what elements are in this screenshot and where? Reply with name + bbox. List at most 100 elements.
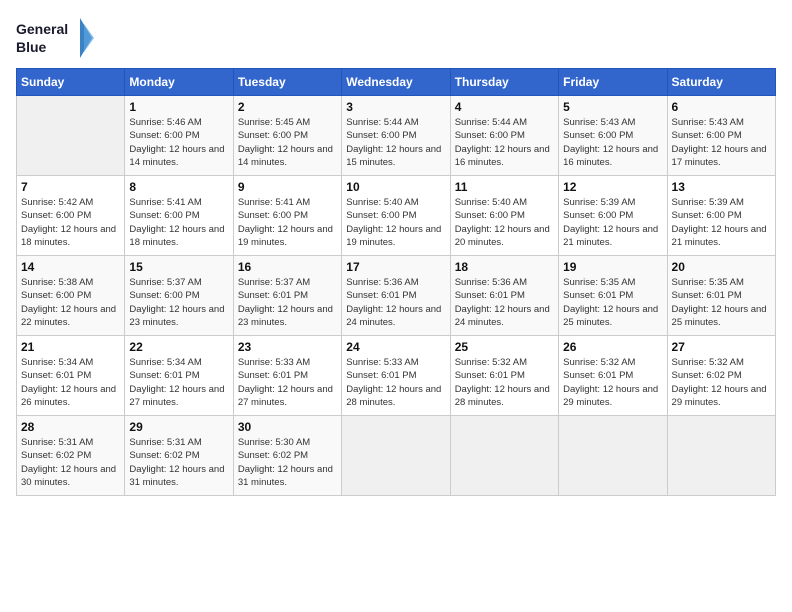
day-number: 14 [21,260,120,274]
calendar-week-row: 21 Sunrise: 5:34 AMSunset: 6:01 PMDayligh… [17,336,776,416]
weekday-header: Sunday [17,69,125,96]
calendar-cell: 29 Sunrise: 5:31 AMSunset: 6:02 PMDayligh… [125,416,233,496]
page-header: General Blue [16,16,776,60]
day-number: 8 [129,180,228,194]
calendar-cell: 12 Sunrise: 5:39 AMSunset: 6:00 PMDayligh… [559,176,667,256]
calendar-cell: 26 Sunrise: 5:32 AMSunset: 6:01 PMDayligh… [559,336,667,416]
calendar-header: SundayMondayTuesdayWednesdayThursdayFrid… [17,69,776,96]
calendar-cell: 9 Sunrise: 5:41 AMSunset: 6:00 PMDaylight… [233,176,341,256]
day-info: Sunrise: 5:34 AMSunset: 6:01 PMDaylight:… [21,356,120,409]
calendar-week-row: 1 Sunrise: 5:46 AMSunset: 6:00 PMDaylight… [17,96,776,176]
calendar-cell [450,416,558,496]
day-info: Sunrise: 5:43 AMSunset: 6:00 PMDaylight:… [672,116,771,169]
day-number: 25 [455,340,554,354]
day-info: Sunrise: 5:31 AMSunset: 6:02 PMDaylight:… [21,436,120,489]
day-number: 1 [129,100,228,114]
day-number: 23 [238,340,337,354]
day-number: 3 [346,100,445,114]
day-info: Sunrise: 5:34 AMSunset: 6:01 PMDaylight:… [129,356,228,409]
calendar-cell: 7 Sunrise: 5:42 AMSunset: 6:00 PMDaylight… [17,176,125,256]
day-info: Sunrise: 5:32 AMSunset: 6:01 PMDaylight:… [563,356,662,409]
logo: General Blue [16,16,96,60]
calendar-cell: 2 Sunrise: 5:45 AMSunset: 6:00 PMDaylight… [233,96,341,176]
day-number: 22 [129,340,228,354]
day-number: 17 [346,260,445,274]
calendar-cell: 1 Sunrise: 5:46 AMSunset: 6:00 PMDaylight… [125,96,233,176]
calendar-table: SundayMondayTuesdayWednesdayThursdayFrid… [16,68,776,496]
calendar-cell: 18 Sunrise: 5:36 AMSunset: 6:01 PMDayligh… [450,256,558,336]
calendar-cell [342,416,450,496]
day-number: 24 [346,340,445,354]
day-info: Sunrise: 5:37 AMSunset: 6:00 PMDaylight:… [129,276,228,329]
calendar-cell: 24 Sunrise: 5:33 AMSunset: 6:01 PMDayligh… [342,336,450,416]
calendar-cell: 13Sunrise: 5:39 AMSunset: 6:00 PMDayligh… [667,176,775,256]
day-info: Sunrise: 5:33 AMSunset: 6:01 PMDaylight:… [346,356,445,409]
day-info: Sunrise: 5:31 AMSunset: 6:02 PMDaylight:… [129,436,228,489]
day-info: Sunrise: 5:33 AMSunset: 6:01 PMDaylight:… [238,356,337,409]
day-info: Sunrise: 5:41 AMSunset: 6:00 PMDaylight:… [238,196,337,249]
day-number: 19 [563,260,662,274]
calendar-cell: 30 Sunrise: 5:30 AMSunset: 6:02 PMDayligh… [233,416,341,496]
day-info: Sunrise: 5:43 AMSunset: 6:00 PMDaylight:… [563,116,662,169]
day-number: 27 [672,340,771,354]
day-number: 12 [563,180,662,194]
day-info: Sunrise: 5:42 AMSunset: 6:00 PMDaylight:… [21,196,120,249]
day-info: Sunrise: 5:39 AMSunset: 6:00 PMDaylight:… [563,196,662,249]
day-number: 30 [238,420,337,434]
weekday-header: Wednesday [342,69,450,96]
weekday-header: Saturday [667,69,775,96]
day-info: Sunrise: 5:40 AMSunset: 6:00 PMDaylight:… [455,196,554,249]
day-number: 10 [346,180,445,194]
day-info: Sunrise: 5:35 AMSunset: 6:01 PMDaylight:… [563,276,662,329]
calendar-cell: 17Sunrise: 5:36 AMSunset: 6:01 PMDayligh… [342,256,450,336]
day-number: 5 [563,100,662,114]
day-number: 28 [21,420,120,434]
calendar-cell [559,416,667,496]
calendar-cell: 5 Sunrise: 5:43 AMSunset: 6:00 PMDaylight… [559,96,667,176]
generalblue-logo: General Blue [16,16,96,60]
calendar-cell: 6 Sunrise: 5:43 AMSunset: 6:00 PMDaylight… [667,96,775,176]
calendar-cell: 25Sunrise: 5:32 AMSunset: 6:01 PMDayligh… [450,336,558,416]
day-info: Sunrise: 5:36 AMSunset: 6:01 PMDaylight:… [455,276,554,329]
day-number: 6 [672,100,771,114]
day-number: 20 [672,260,771,274]
day-info: Sunrise: 5:30 AMSunset: 6:02 PMDaylight:… [238,436,337,489]
calendar-cell: 20 Sunrise: 5:35 AMSunset: 6:01 PMDayligh… [667,256,775,336]
day-info: Sunrise: 5:37 AMSunset: 6:01 PMDaylight:… [238,276,337,329]
day-number: 26 [563,340,662,354]
weekday-header: Friday [559,69,667,96]
day-info: Sunrise: 5:46 AMSunset: 6:00 PMDaylight:… [129,116,228,169]
day-info: Sunrise: 5:32 AMSunset: 6:02 PMDaylight:… [672,356,771,409]
day-number: 9 [238,180,337,194]
day-number: 18 [455,260,554,274]
weekday-header: Tuesday [233,69,341,96]
day-info: Sunrise: 5:45 AMSunset: 6:00 PMDaylight:… [238,116,337,169]
day-info: Sunrise: 5:39 AMSunset: 6:00 PMDaylight:… [672,196,771,249]
svg-text:General: General [16,21,68,37]
calendar-cell: 28 Sunrise: 5:31 AMSunset: 6:02 PMDayligh… [17,416,125,496]
calendar-cell: 8Sunrise: 5:41 AMSunset: 6:00 PMDaylight… [125,176,233,256]
day-number: 29 [129,420,228,434]
weekday-header: Thursday [450,69,558,96]
day-info: Sunrise: 5:44 AMSunset: 6:00 PMDaylight:… [455,116,554,169]
calendar-week-row: 7 Sunrise: 5:42 AMSunset: 6:00 PMDaylight… [17,176,776,256]
calendar-cell: 10Sunrise: 5:40 AMSunset: 6:00 PMDayligh… [342,176,450,256]
calendar-cell: 19 Sunrise: 5:35 AMSunset: 6:01 PMDayligh… [559,256,667,336]
day-number: 2 [238,100,337,114]
weekday-header: Monday [125,69,233,96]
day-number: 4 [455,100,554,114]
calendar-cell [17,96,125,176]
day-number: 16 [238,260,337,274]
calendar-cell: 23 Sunrise: 5:33 AMSunset: 6:01 PMDayligh… [233,336,341,416]
calendar-cell [667,416,775,496]
svg-text:Blue: Blue [16,39,47,55]
day-number: 15 [129,260,228,274]
calendar-cell: 14Sunrise: 5:38 AMSunset: 6:00 PMDayligh… [17,256,125,336]
calendar-cell: 27 Sunrise: 5:32 AMSunset: 6:02 PMDayligh… [667,336,775,416]
day-info: Sunrise: 5:35 AMSunset: 6:01 PMDaylight:… [672,276,771,329]
day-number: 7 [21,180,120,194]
day-number: 21 [21,340,120,354]
day-number: 11 [455,180,554,194]
calendar-cell: 22 Sunrise: 5:34 AMSunset: 6:01 PMDayligh… [125,336,233,416]
calendar-week-row: 28 Sunrise: 5:31 AMSunset: 6:02 PMDayligh… [17,416,776,496]
